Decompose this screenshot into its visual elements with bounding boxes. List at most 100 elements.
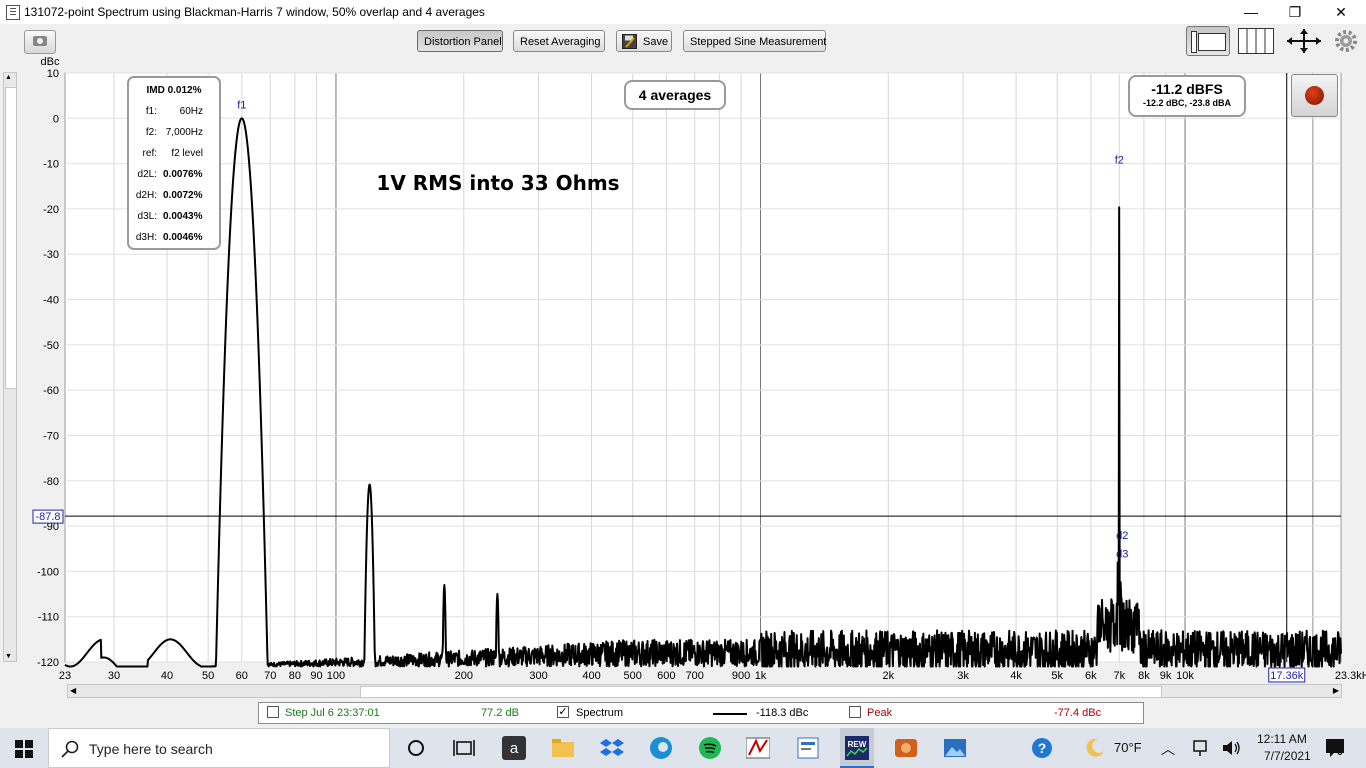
cortana-icon[interactable] (404, 736, 428, 760)
level-panel: -11.2 dBFS -12.2 dBC, -23.8 dBA (1128, 75, 1246, 117)
vertical-scroll-thumb[interactable] (5, 87, 17, 389)
y-tick-label: -20 (43, 204, 59, 216)
imd-row-value: 7,000Hz (165, 127, 203, 138)
y-tick-label: -110 (38, 612, 59, 624)
x-tick-label: 8k (1138, 670, 1150, 682)
chart-title: 1V RMS into 33 Ohms (376, 171, 619, 195)
x-tick-label: 10k (1176, 670, 1194, 682)
spotify-icon[interactable] (698, 736, 722, 760)
maximize-button[interactable]: ❐ (1272, 2, 1318, 22)
photos-icon[interactable] (943, 736, 967, 760)
imd-row-value: 0.0043% (163, 211, 203, 222)
spectrum-checkbox[interactable]: ✓ (557, 706, 569, 718)
record-icon (1305, 86, 1324, 105)
search-icon (61, 740, 79, 758)
plot-area[interactable] (64, 72, 1342, 663)
clock-date[interactable]: 7/7/2021 (1264, 749, 1311, 763)
x-tick-label: 6k (1085, 670, 1097, 682)
imd-row-value: 0.0076% (163, 169, 203, 180)
y-tick-label: -30 (43, 249, 59, 261)
spectrum-line-swatch (713, 713, 747, 715)
cursor-x-label: 17.36k (1270, 670, 1304, 682)
grid-view-icon[interactable] (1238, 28, 1274, 54)
x-tick-label: 100 (327, 670, 345, 682)
peak-marker-label: f2 (1115, 155, 1124, 167)
cursor-y-label: -87.8 (35, 511, 60, 523)
vertical-scrollbar[interactable]: ▲ ▼ (3, 72, 17, 662)
peak-checkbox[interactable] (849, 706, 861, 718)
clock-time[interactable]: 12:11 AM (1257, 732, 1307, 746)
scroll-down-icon[interactable]: ▼ (5, 653, 12, 660)
edge-icon[interactable] (649, 736, 673, 760)
weather-moon-icon (1086, 738, 1104, 757)
y-tick-label: -100 (37, 566, 59, 578)
scroll-up-icon[interactable]: ▲ (5, 74, 12, 81)
volume-icon[interactable] (1220, 736, 1242, 760)
imd-row-label: f2: (145, 127, 157, 138)
scroll-left-icon[interactable]: ◀ (70, 685, 76, 697)
x-tick-label: 400 (582, 670, 600, 682)
save-label: Save (643, 36, 669, 48)
horizontal-scroll-thumb[interactable] (360, 686, 1162, 698)
x-tick-label: 5k (1051, 670, 1063, 682)
media-app-icon[interactable] (894, 736, 918, 760)
help-icon[interactable]: ? (1030, 736, 1054, 760)
horizontal-scrollbar[interactable]: ◀ ▶ (67, 684, 1342, 698)
x-tick-label: 700 (686, 670, 704, 682)
x-tick-label: 200 (455, 670, 473, 682)
x-tick-label: 40 (161, 670, 173, 682)
taskbar-search[interactable]: Type here to search (48, 728, 390, 768)
stepped-sine-button[interactable]: Stepped Sine Measurement (683, 30, 826, 52)
imd-total: IMD 0.012% (146, 85, 202, 96)
windows-start-icon[interactable] (15, 740, 33, 758)
svg-text:a: a (510, 740, 519, 757)
settings-gear-icon[interactable] (1333, 28, 1359, 54)
overlay-view-icon[interactable] (1186, 26, 1230, 56)
y-tick-label: 0 (53, 113, 59, 125)
x-tick-label: 1k (755, 670, 767, 682)
averages-badge: 4 averages (624, 80, 726, 110)
file-explorer-icon[interactable] (551, 736, 575, 760)
y-tick-label: -60 (43, 385, 59, 397)
x-tick-label: 900 (732, 670, 750, 682)
tray-chevron-icon[interactable]: ︿ (1161, 739, 1175, 759)
spectrum-value: -118.3 dBc (756, 707, 809, 719)
close-button[interactable]: ✕ (1318, 2, 1364, 22)
task-view-icon[interactable] (452, 736, 476, 760)
step-checkbox[interactable] (267, 706, 279, 718)
legend-bar: Step Jul 6 23:37:01 77.2 dB ✓ Spectrum -… (258, 702, 1144, 724)
notifications-icon[interactable] (1324, 736, 1348, 760)
x-tick-label: 80 (289, 670, 301, 682)
record-button[interactable] (1291, 74, 1338, 117)
level-weighted: -12.2 dBC, -23.8 dBA (1142, 98, 1232, 108)
x-tick-label: 7k (1113, 670, 1125, 682)
document-app-icon[interactable] (796, 736, 820, 760)
reset-averaging-button[interactable]: Reset Averaging (513, 30, 605, 52)
distortion-panel-button[interactable]: Distortion Panel (417, 30, 503, 52)
network-icon[interactable] (1190, 736, 1210, 760)
minimize-button[interactable]: — (1228, 2, 1274, 22)
peak-marker-label: f1 (237, 99, 246, 111)
x-tick-label: 2k (882, 670, 894, 682)
y-axis-label: dBc (41, 56, 60, 68)
save-button[interactable]: Save (616, 30, 672, 52)
x-tick-label: 3k (957, 670, 969, 682)
x-tick-label: 9k (1160, 670, 1172, 682)
taskbar: Type here to search a REW ? 70°F ︿ 12:11… (0, 728, 1366, 768)
search-placeholder: Type here to search (89, 741, 213, 757)
peak-value: -77.4 dBc (1054, 707, 1102, 719)
y-tick-label: -50 (43, 340, 59, 352)
weather-temperature[interactable]: 70°F (1114, 740, 1142, 755)
amazon-icon[interactable]: a (502, 736, 526, 760)
x-tick-label: 70 (264, 670, 276, 682)
zoom-fit-icon[interactable] (1285, 28, 1323, 54)
imd-row-value: 60Hz (179, 106, 203, 117)
ltspice-icon[interactable] (746, 736, 770, 760)
dropbox-icon[interactable] (600, 736, 624, 760)
imd-row-value: f2 level (171, 148, 203, 159)
x-tick-label: 50 (202, 670, 214, 682)
scroll-right-icon[interactable]: ▶ (1333, 685, 1339, 697)
rew-taskbar-button[interactable]: REW (840, 728, 874, 768)
x-tick-label: 60 (236, 670, 248, 682)
camera-icon[interactable] (24, 30, 56, 54)
